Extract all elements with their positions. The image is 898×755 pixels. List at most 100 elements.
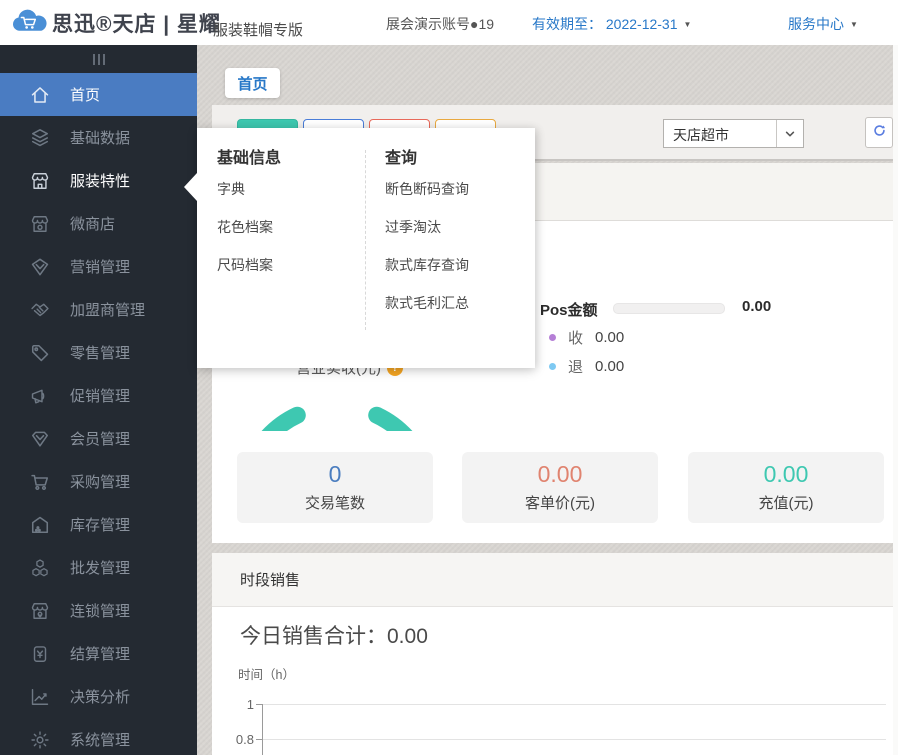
sidebar-item-label: 系统管理 bbox=[70, 732, 131, 749]
store-select-value: 天店超市 bbox=[673, 127, 729, 143]
recharge-label: 充值(元) bbox=[758, 494, 814, 512]
today-sales-total: 今日销售合计：0.00 bbox=[240, 625, 428, 648]
transactions-value: 0 bbox=[328, 460, 342, 487]
flyout-item-label: 过季淘汰 bbox=[385, 219, 441, 235]
flyout-section-title: 查询 bbox=[385, 150, 418, 167]
sidebar-item-wholesale[interactable]: 批发管理 bbox=[0, 546, 197, 589]
flyout-item-label: 款式库存查询 bbox=[385, 257, 469, 273]
chain-store-icon bbox=[29, 600, 51, 622]
flyout-item-broken-color-size-query[interactable]: 断色断码查询 bbox=[385, 170, 525, 208]
flyout-item-color-archive[interactable]: 花色档案 bbox=[217, 208, 357, 246]
stat-card-avg-ticket: 0.00 客单价(元) bbox=[462, 452, 658, 523]
sidebar-item-micro-shop[interactable]: 微商店 bbox=[0, 202, 197, 245]
sidebar-item-retail[interactable]: 零售管理 bbox=[0, 331, 197, 374]
sidebar-item-label: 连锁管理 bbox=[70, 603, 131, 620]
scrollbar-track[interactable] bbox=[893, 45, 898, 755]
storefront-icon bbox=[29, 170, 51, 192]
sidebar-item-chain[interactable]: 连锁管理 bbox=[0, 589, 197, 632]
sidebar-item-promotion[interactable]: 促销管理 bbox=[0, 374, 197, 417]
y-tick-label: 0.8 bbox=[235, 732, 254, 747]
sidebar-item-label: 决策分析 bbox=[70, 689, 131, 706]
handshake-icon bbox=[29, 299, 51, 321]
top-header: 思迅®天店 | 星耀 服装鞋帽专版 展会演示账号●19 有效期至： 2022-1… bbox=[0, 0, 898, 45]
cart-icon bbox=[29, 471, 51, 493]
pos-amount-value: 0.00 bbox=[742, 298, 772, 315]
pos-amount-progress-bar bbox=[613, 303, 725, 314]
legend-row-receipts: 收 0.00 bbox=[549, 327, 624, 348]
sidebar-collapse-icon[interactable] bbox=[0, 45, 197, 73]
service-center-dropdown[interactable]: 服务中心 bbox=[788, 14, 858, 34]
refunds-value: 0.00 bbox=[595, 358, 625, 375]
flyout-section-title: 基础信息 bbox=[217, 150, 282, 167]
chart-axis-label: 时间（h） bbox=[238, 668, 295, 682]
flyout-item-style-stock-query[interactable]: 款式库存查询 bbox=[385, 246, 525, 284]
sidebar-item-label: 基础数据 bbox=[70, 130, 131, 147]
flyout-section-query: 查询 断色断码查询 过季淘汰 款式库存查询 款式毛利汇总 bbox=[385, 144, 525, 322]
sidebar-item-settlement[interactable]: 结算管理 bbox=[0, 632, 197, 675]
megaphone-icon bbox=[29, 385, 51, 407]
sidebar-item-purchase[interactable]: 采购管理 bbox=[0, 460, 197, 503]
sidebar-item-label: 微商店 bbox=[70, 216, 116, 233]
tab-home[interactable]: 首页 bbox=[225, 68, 280, 98]
flyout-item-dictionary[interactable]: 字典 bbox=[217, 170, 357, 208]
store-select[interactable]: 天店超市 bbox=[663, 119, 804, 148]
chevron-down-icon bbox=[776, 120, 803, 147]
sidebar-item-marketing[interactable]: 营销管理 bbox=[0, 245, 197, 288]
marketing-diamond-icon bbox=[29, 256, 51, 278]
safe-icon bbox=[29, 643, 51, 665]
member-gem-icon bbox=[29, 428, 51, 450]
sidebar-item-home[interactable]: 首页 bbox=[0, 73, 197, 116]
sidebar-item-label: 零售管理 bbox=[70, 345, 131, 362]
sidebar-item-label: 会员管理 bbox=[70, 431, 131, 448]
refunds-label: 退 bbox=[568, 359, 584, 376]
sidebar-item-basic-data[interactable]: 基础数据 bbox=[0, 116, 197, 159]
sidebar-item-label: 促销管理 bbox=[70, 388, 131, 405]
receipts-value: 0.00 bbox=[595, 329, 625, 346]
flyout-item-label: 尺码档案 bbox=[217, 257, 273, 273]
flyout-item-size-archive[interactable]: 尺码档案 bbox=[217, 246, 357, 284]
flyout-item-label: 款式毛利汇总 bbox=[385, 295, 469, 311]
sidebar-item-inventory[interactable]: 库存管理 bbox=[0, 503, 197, 546]
flyout-arrow-icon bbox=[184, 173, 197, 201]
sidebar-item-member[interactable]: 会员管理 bbox=[0, 417, 197, 460]
home-icon bbox=[29, 84, 51, 106]
hourly-sales-title: 时段销售 bbox=[240, 572, 301, 589]
cloud-cart-logo-icon bbox=[10, 7, 48, 37]
sidebar-item-label: 库存管理 bbox=[70, 517, 131, 534]
sidebar-item-franchisee[interactable]: 加盟商管理 bbox=[0, 288, 197, 331]
grid-line bbox=[262, 739, 886, 740]
recharge-value: 0.00 bbox=[763, 460, 809, 487]
service-center-label: 服务中心 bbox=[788, 16, 844, 32]
sidebar-item-label: 结算管理 bbox=[70, 646, 131, 663]
layers-icon bbox=[29, 127, 51, 149]
sidebar-item-system[interactable]: 系统管理 bbox=[0, 718, 197, 755]
cubes-icon bbox=[29, 557, 51, 579]
refresh-icon bbox=[871, 122, 888, 144]
sidebar-item-label: 采购管理 bbox=[70, 474, 131, 491]
avg-ticket-label: 客单价(元) bbox=[525, 494, 595, 512]
grid-line bbox=[262, 704, 886, 705]
chart-icon bbox=[29, 686, 51, 708]
sidebar-item-label: 加盟商管理 bbox=[70, 302, 146, 319]
app-window: 思迅®天店 | 星耀 服装鞋帽专版 展会演示账号●19 有效期至： 2022-1… bbox=[0, 0, 898, 755]
avg-ticket-value: 0.00 bbox=[537, 460, 583, 487]
refresh-button[interactable] bbox=[865, 117, 893, 148]
account-name: 展会演示账号●19 bbox=[386, 16, 495, 32]
flyout-item-style-profit-summary[interactable]: 款式毛利汇总 bbox=[385, 284, 525, 322]
flyout-section-basic-info: 基础信息 字典 花色档案 尺码档案 bbox=[217, 144, 357, 284]
shop-icon bbox=[29, 213, 51, 235]
warehouse-icon bbox=[29, 514, 51, 536]
price-tag-icon bbox=[29, 342, 51, 364]
sidebar-item-label: 服装特性 bbox=[70, 173, 131, 190]
flyout-item-off-season-clearance[interactable]: 过季淘汰 bbox=[385, 208, 525, 246]
legend-row-refunds: 退 0.00 bbox=[549, 356, 624, 377]
flyout-item-label: 花色档案 bbox=[217, 219, 273, 235]
transactions-label: 交易笔数 bbox=[304, 494, 365, 512]
sidebar-item-analysis[interactable]: 决策分析 bbox=[0, 675, 197, 718]
y-tick-label: 1 bbox=[246, 697, 254, 712]
validity-text: 有效期至： 2022-12-31 bbox=[532, 16, 678, 32]
receipts-dot-icon bbox=[549, 334, 556, 341]
validity-dropdown[interactable]: 有效期至： 2022-12-31 bbox=[532, 14, 691, 34]
sidebar-item-apparel-features[interactable]: 服装特性 bbox=[0, 159, 197, 202]
hourly-sales-panel-header: 时段销售 bbox=[212, 553, 893, 607]
